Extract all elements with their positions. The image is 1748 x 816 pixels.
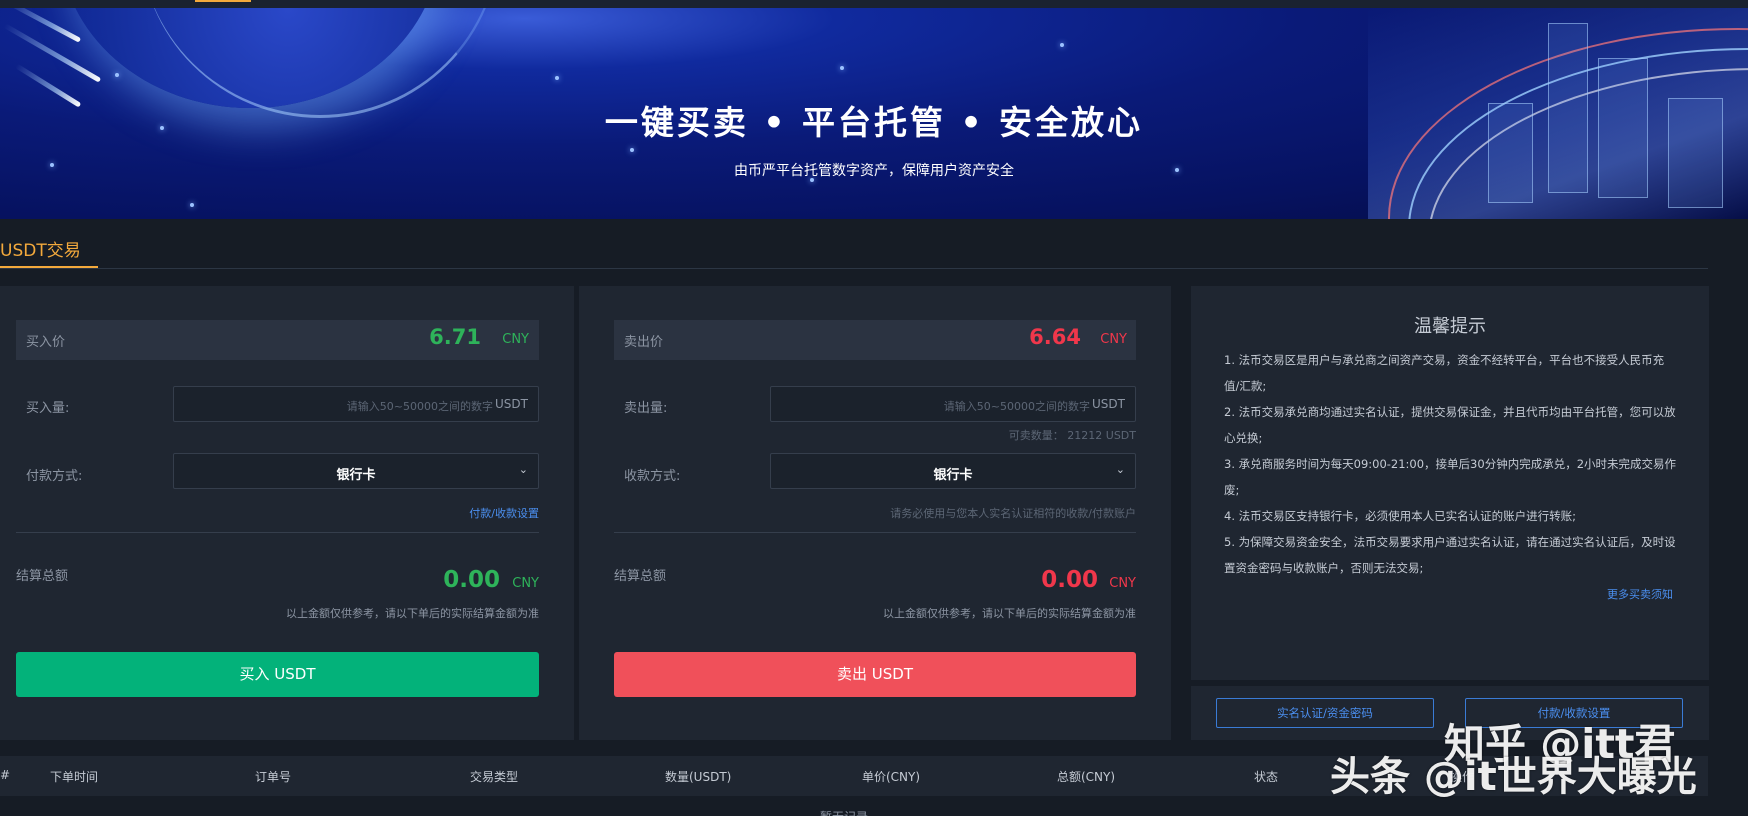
- payment-method-label: 付款方式:: [26, 469, 83, 484]
- star-graphic: [840, 66, 844, 70]
- buy-total-note: 以上金额仅供参考，请以下单后的实际结算金额为准: [286, 607, 539, 620]
- buy-total-unit: CNY: [512, 576, 539, 591]
- tip-item: 1. 法币交易区是用户与承兑商之间资产交易，资金不经转平台，平台也不接受人民币充…: [1224, 353, 1665, 393]
- hero-banner: 一键买卖 • 平台托管 • 安全放心 由币严平台托管数字资产，保障用户资产安全: [0, 8, 1748, 219]
- star-graphic: [630, 148, 634, 152]
- tip-item: 2. 法币交易承兑商均通过实名认证，提供交易保证金，并且代币均由平台托管，您可以…: [1224, 405, 1676, 445]
- payment-method-select[interactable]: 银行卡 ⌄: [173, 453, 539, 489]
- receive-method-value: 银行卡: [933, 468, 973, 483]
- active-nav-indicator: [195, 0, 251, 2]
- tip-item: 5. 为保障交易资金安全，法币交易要求用户通过实名认证，请在通过实名认证后，及时…: [1224, 535, 1676, 575]
- watermark-toutiao: 头条 @it世界大曝光: [1330, 754, 1697, 800]
- column-quantity: 数量(USDT): [665, 770, 732, 784]
- receive-method-select[interactable]: 银行卡 ⌄: [770, 453, 1136, 489]
- sell-available-amount: 可卖数量： 21212 USDT: [1008, 429, 1136, 442]
- receive-method-label: 收款方式:: [624, 469, 681, 484]
- buy-amount-suffix: USDT: [495, 397, 528, 411]
- payment-settings-link[interactable]: 付款/收款设置: [469, 505, 539, 521]
- more-trade-notes-link[interactable]: 更多买卖须知: [1607, 586, 1673, 602]
- buy-amount-placeholder: 请输入50~50000之间的数字: [346, 400, 493, 413]
- meteor-graphic: [8, 8, 82, 43]
- tab-usdt-trade[interactable]: USDT交易: [0, 236, 81, 261]
- column-total: 总额(CNY): [1057, 770, 1116, 784]
- buy-price-label: 买入价: [26, 335, 66, 350]
- sell-amount-suffix: USDT: [1092, 397, 1125, 411]
- buy-amount-input[interactable]: 请输入50~50000之间的数字 USDT: [173, 386, 539, 422]
- buy-usdt-button[interactable]: 买入 USDT: [16, 652, 539, 697]
- payment-method-value: 银行卡: [336, 468, 376, 483]
- sell-price-box: 卖出价 6.64 CNY: [614, 320, 1136, 360]
- star-graphic: [1060, 43, 1064, 47]
- column-unit-price: 单价(CNY): [862, 770, 921, 784]
- buy-divider: [16, 532, 539, 533]
- star-graphic: [115, 73, 119, 77]
- column-order-id: 订单号: [255, 770, 292, 784]
- buy-total-value: 0.00: [443, 567, 500, 593]
- sell-total-label: 结算总额: [614, 569, 667, 584]
- buy-price-unit: CNY: [502, 332, 529, 347]
- column-trade-type: 交易类型: [470, 770, 519, 784]
- banner-title: 一键买卖 • 平台托管 • 安全放心: [604, 103, 1144, 142]
- sell-divider: [614, 532, 1136, 533]
- tip-item: 3. 承兑商服务时间为每天09:00-21:00，接单后30分钟内完成承兑，2小…: [1224, 457, 1677, 497]
- chevron-down-icon: ⌄: [518, 463, 528, 476]
- column-status: 状态: [1254, 770, 1279, 784]
- sell-amount-placeholder: 请输入50~50000之间的数字: [943, 400, 1090, 413]
- verify-identity-button[interactable]: 实名认证/资金密码: [1216, 698, 1434, 728]
- top-nav-bar: [0, 0, 1748, 8]
- star-graphic: [190, 203, 194, 207]
- sell-amount-label: 卖出量:: [624, 401, 668, 416]
- buy-price-value: 6.71: [429, 325, 481, 349]
- sell-total-note: 以上金额仅供参考，请以下单后的实际结算金额为准: [883, 607, 1136, 620]
- tips-title: 温馨提示: [1414, 316, 1486, 337]
- sell-usdt-button[interactable]: 卖出 USDT: [614, 652, 1136, 697]
- chevron-down-icon: ⌄: [1115, 463, 1125, 476]
- column-order-time: 下单时间: [50, 770, 99, 784]
- sell-total-unit: CNY: [1109, 576, 1136, 591]
- banner-subtitle: 由币严平台托管数字资产，保障用户资产安全: [734, 163, 1014, 179]
- sell-amount-input[interactable]: 请输入50~50000之间的数字 USDT: [770, 386, 1136, 422]
- buy-amount-label: 买入量:: [26, 401, 70, 416]
- tab-divider: [0, 268, 1708, 269]
- meteor-graphic: [3, 23, 102, 83]
- sell-price-label: 卖出价: [624, 335, 664, 350]
- empty-records-text: 暂无记录: [820, 808, 868, 816]
- column-index: #: [0, 768, 11, 782]
- buy-total-label: 结算总额: [16, 569, 69, 584]
- sell-price-unit: CNY: [1100, 332, 1127, 347]
- receive-account-hint: 请务必使用与您本人实名认证相符的收款/付款账户: [890, 507, 1136, 520]
- sell-total-value: 0.00: [1041, 567, 1098, 593]
- tip-item: 4. 法币交易区支持银行卡，必须使用本人已实名认证的账户进行转账;: [1224, 509, 1576, 523]
- sell-price-value: 6.64: [1029, 325, 1081, 349]
- star-graphic: [555, 76, 559, 80]
- buy-price-box: 买入价 6.71 CNY: [16, 320, 539, 360]
